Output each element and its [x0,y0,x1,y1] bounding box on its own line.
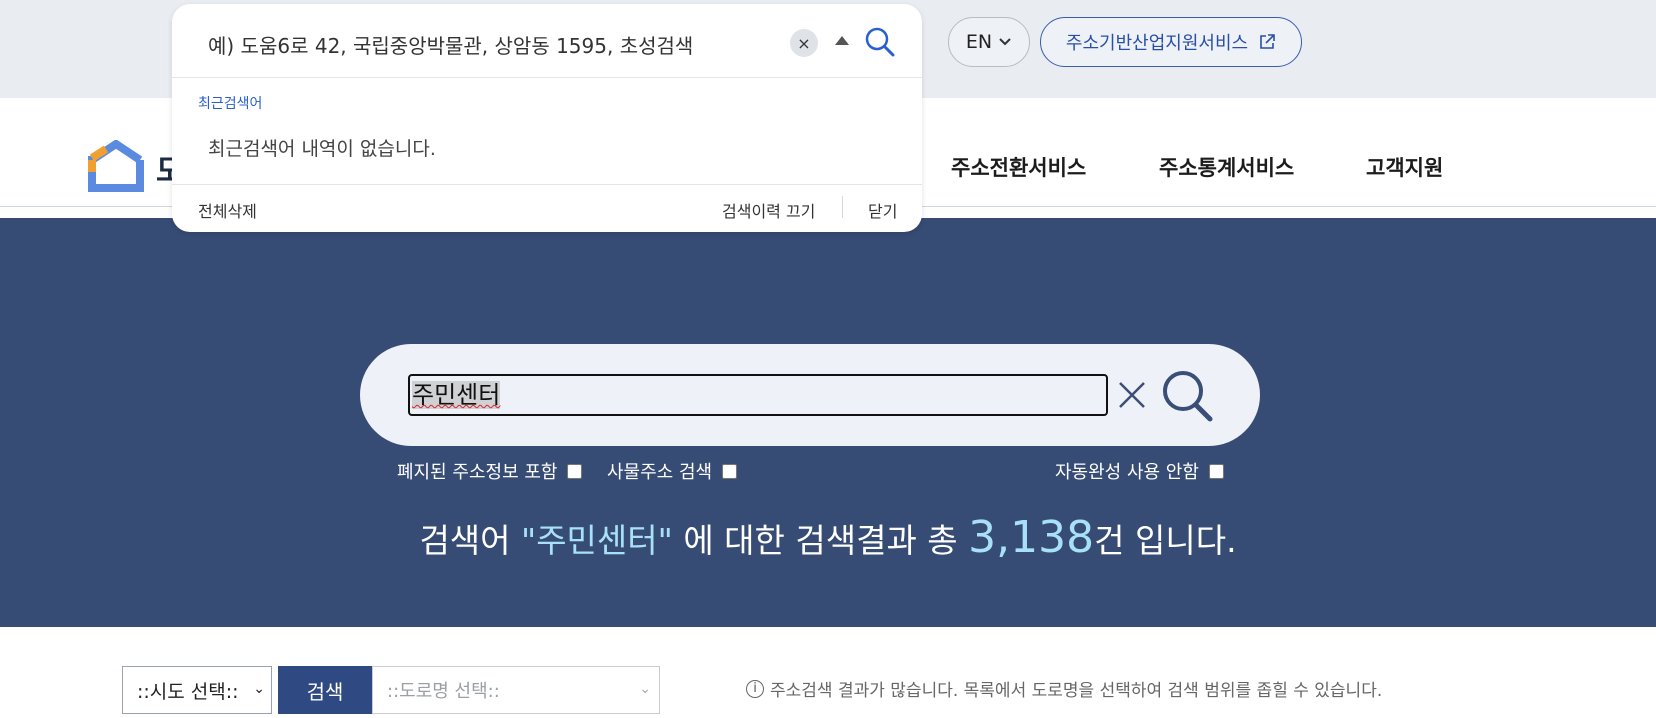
thing-address-label: 사물주소 검색 [607,462,713,483]
thing-address-checkbox[interactable] [722,463,738,479]
dropdown-divider [172,77,922,78]
result-query: "주민센터" [521,521,673,560]
include-abolished-option[interactable]: 폐지된 주소정보 포함 [397,458,583,484]
nav-item-address-conversion[interactable]: 주소전환서비스 [951,152,1086,182]
sido-chevron-down-icon: ⌄ [253,681,265,697]
search-icon[interactable] [1160,368,1216,424]
ext-service-label: 주소기반산업지원서비스 [1065,33,1249,54]
language-label: EN [965,31,993,53]
chevron-down-icon [999,38,1011,46]
road-select-value: ::도로명 선택:: [387,681,500,702]
sido-select-value: ::시도 선택:: [137,680,239,703]
filter-search-button[interactable]: 검색 [278,666,372,714]
collapse-triangle-icon[interactable] [835,36,849,45]
external-link-icon [1260,34,1275,49]
include-abolished-label: 폐지된 주소정보 포함 [397,462,558,483]
road-chevron-down-icon: ⌄ [639,681,651,697]
history-off-button[interactable]: 검색이력 끄기 [722,198,815,222]
nav-item-address-statistics[interactable]: 주소통계서비스 [1159,152,1294,182]
clear-search-icon[interactable] [1112,374,1152,416]
search-input[interactable]: 주민센터 [408,374,1108,416]
recent-search-empty-message: 최근검색어 내역이 없습니다. [208,138,436,160]
home-logo-icon[interactable] [88,140,144,192]
dropdown-footer-divider [172,184,922,185]
include-abolished-checkbox[interactable] [567,463,583,479]
result-count: 3,138 [968,512,1095,563]
disable-autocomplete-checkbox[interactable] [1208,463,1224,479]
disable-autocomplete-label: 자동완성 사용 안함 [1055,462,1199,483]
info-icon: i [746,679,764,698]
result-hint-text: 주소검색 결과가 많습니다. 목록에서 도로명을 선택하여 검색 범위를 좁힐 … [770,681,1383,701]
dropdown-close-button[interactable]: 닫기 [868,198,897,222]
footer-separator [842,196,843,218]
nav-item-customer-support[interactable]: 고객지원 [1366,152,1443,182]
dropdown-search-icon[interactable] [864,26,896,58]
dropdown-search-input[interactable]: 예) 도움6로 42, 국립중앙박물관, 상암동 1595, 초성검색 [208,30,693,59]
disable-autocomplete-option[interactable]: 자동완성 사용 안함 [1055,458,1224,484]
thing-address-option[interactable]: 사물주소 검색 [607,458,738,484]
road-select[interactable]: ::도로명 선택:: ⌄ [372,666,660,714]
delete-all-button[interactable]: 전체삭제 [198,198,257,222]
result-middle: 에 대한 검색결과 총 [672,521,969,560]
address-industry-service-link[interactable]: 주소기반산업지원서비스 [1040,17,1302,67]
result-hint: i 주소검색 결과가 많습니다. 목록에서 도로명을 선택하여 검색 범위를 좁… [746,676,1382,701]
search-result-summary: 검색어 "주민센터" 에 대한 검색결과 총 3,138건 입니다. [0,512,1656,563]
dropdown-clear-icon[interactable]: × [790,29,818,57]
search-input-value: 주민센터 [412,381,501,409]
result-prefix: 검색어 [419,521,522,560]
language-button[interactable]: EN [948,17,1030,67]
sido-select[interactable]: ::시도 선택:: ⌄ [122,666,272,714]
result-suffix: 건 입니다. [1094,521,1237,560]
recent-search-title: 최근검색어 [198,96,263,112]
